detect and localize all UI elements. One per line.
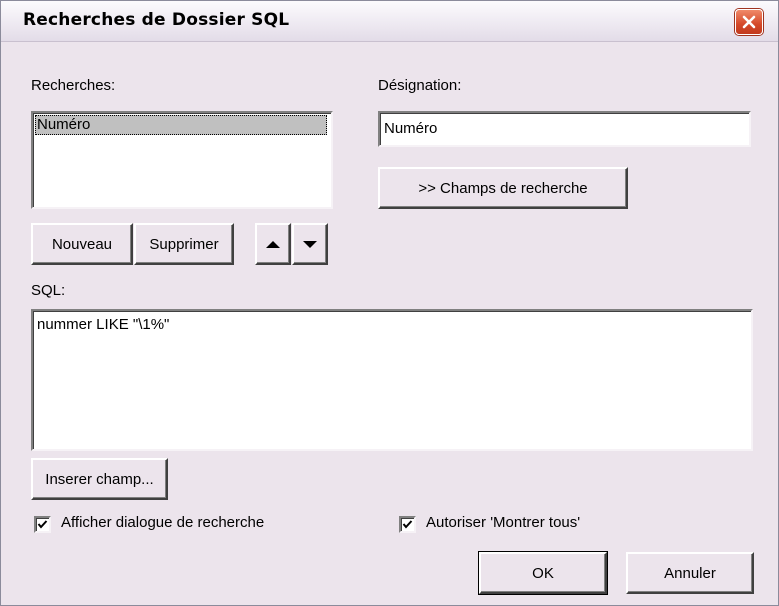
ok-button[interactable]: OK [478,551,608,595]
arrow-up-icon [266,240,280,248]
window-title: Recherches de Dossier SQL [23,10,290,30]
move-down-button[interactable] [292,223,328,265]
insert-field-button[interactable]: Inserer champ... [31,458,168,500]
sql-textarea[interactable]: nummer LIKE "\1%" [31,309,753,451]
close-icon [742,15,756,29]
designation-label: Désignation: [378,77,462,94]
checkmark-icon [37,520,48,529]
close-button[interactable] [735,9,763,35]
list-item[interactable]: Numéro [35,115,327,135]
cancel-button[interactable]: Annuler [626,552,754,594]
move-up-button[interactable] [255,223,291,265]
title-bar[interactable]: Recherches de Dossier SQL [1,1,778,42]
allow-show-all-label[interactable]: Autoriser 'Montrer tous' [426,514,580,531]
arrow-down-icon [303,240,317,248]
searches-listbox[interactable]: Numéro [31,111,333,209]
sql-label: SQL: [31,282,66,299]
allow-show-all-checkbox[interactable] [399,516,416,533]
delete-button[interactable]: Supprimer [134,223,234,265]
show-search-dialog-checkbox[interactable] [34,516,51,533]
designation-field[interactable]: Numéro [378,111,751,147]
search-fields-button[interactable]: >> Champs de recherche [378,167,628,209]
checkmark-icon [402,520,413,529]
new-button[interactable]: Nouveau [31,223,133,265]
show-search-dialog-label[interactable]: Afficher dialogue de recherche [61,514,264,531]
searches-label: Recherches: [31,77,116,94]
dialog-window: Recherches de Dossier SQL Recherches: Nu… [0,0,779,606]
